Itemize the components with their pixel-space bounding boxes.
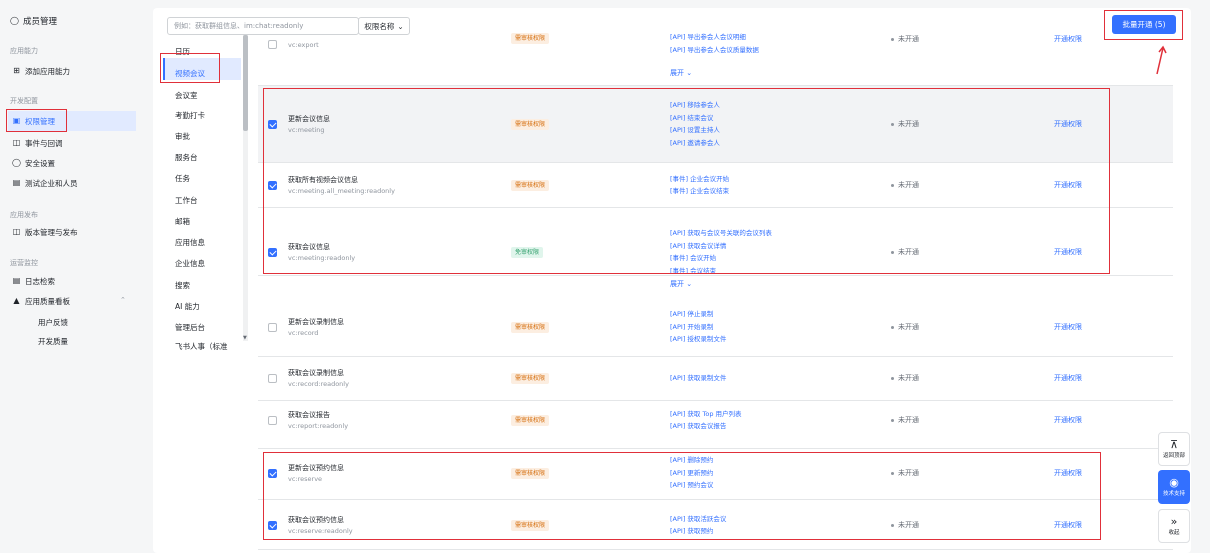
search-input[interactable] [168, 22, 328, 30]
api-link[interactable]: [API] 获取 Top 用户列表 [670, 408, 742, 418]
permission-type-tag: 需审核权限 [511, 322, 550, 333]
open-permission-link[interactable]: 开通权限 [1054, 322, 1082, 332]
version-icon: ◫ [12, 227, 21, 236]
category-item[interactable]: 审批 [175, 131, 190, 142]
expand-link[interactable]: 展开 ⌄ [670, 68, 692, 78]
category-item[interactable]: 应用信息 [175, 237, 205, 248]
sidebar-item-security[interactable]: ◯ 安全设置 [8, 153, 136, 173]
sidebar-item-label: 日志检索 [25, 276, 55, 286]
api-link[interactable]: [API] 导出参会人会议质量数据 [670, 44, 759, 54]
sidebar-item-label: 安全设置 [25, 158, 55, 168]
sidebar-item-version[interactable]: ◫ 版本管理与发布 [8, 222, 136, 242]
permission-code: vc:record:readonly [288, 380, 349, 388]
double-chevron-icon: » [1170, 515, 1178, 528]
category-scroll-thumb[interactable] [243, 35, 248, 131]
event-icon: ◫ [12, 138, 21, 147]
permission-row: 获取会议录制信息 vc:record:readonly 需审核权限 [API] 获取录… [258, 357, 1173, 401]
highlight-box [6, 109, 67, 132]
api-link[interactable]: [API] 授权录制文件 [670, 333, 726, 343]
api-link[interactable]: [API] 获取会议报告 [670, 420, 726, 430]
log-icon: ▤ [12, 276, 21, 285]
permission-row: vc:export 需审核权限 [API] 导出参会人会议明细 [API] 导出参会人… [258, 30, 1173, 86]
api-link[interactable]: [API] 获取录制文件 [670, 372, 726, 382]
permission-name: 更新会议录制信息 [288, 318, 344, 326]
sidebar-item-label: 测试企业和人员 [25, 178, 78, 188]
chart-icon: ▲ [13, 296, 20, 305]
category-item[interactable]: AI 能力 [175, 301, 200, 312]
permission-code: vc:export [288, 41, 319, 49]
permission-type-tag: 需审核权限 [511, 33, 550, 44]
status-text: 未开通 [891, 415, 919, 425]
chevron-up-icon[interactable]: ⌃ [120, 296, 126, 304]
sidebar-item-label: 事件与回调 [25, 138, 63, 148]
category-item[interactable]: 会议室 [175, 90, 198, 101]
sidebar-item-label: 应用质量看板 [25, 296, 70, 306]
highlight-box [263, 452, 1101, 540]
api-link[interactable]: [API] 导出参会人会议明细 [670, 31, 746, 41]
sidebar-item-add-capability[interactable]: ⊞ 添加应用能力 [8, 61, 136, 81]
open-permission-link[interactable]: 开通权限 [1054, 415, 1082, 425]
highlight-box [160, 53, 220, 83]
row-checkbox[interactable] [268, 416, 277, 425]
permission-name: 获取会议报告 [288, 411, 330, 419]
member-management-label: 成员管理 [23, 17, 58, 27]
status-text: 未开通 [891, 34, 919, 44]
row-checkbox[interactable] [268, 374, 277, 383]
category-item[interactable]: 考勤打卡 [175, 110, 205, 121]
arrow-up-icon: ⊼ [1169, 438, 1179, 451]
highlight-box [263, 88, 1110, 274]
row-checkbox[interactable] [268, 40, 277, 49]
permission-type-tag: 需审核权限 [511, 415, 550, 426]
category-item[interactable]: 任务 [175, 173, 190, 184]
permission-code: vc:record [288, 329, 319, 337]
scroll-down-icon[interactable]: ▼ [243, 335, 247, 341]
category-item[interactable]: 企业信息 [175, 258, 205, 269]
category-item[interactable]: 工作台 [175, 195, 198, 206]
sidebar-subitem-feedback[interactable]: 用户反馈 [38, 317, 68, 328]
permission-row: 获取会议报告 vc:report:readonly 需审核权限 [API] 获取 To… [258, 401, 1173, 449]
sidebar-item-label: 添加应用能力 [25, 66, 70, 76]
permission-name: 获取会议录制信息 [288, 369, 344, 377]
group-ops-monitor: 运营监控 [10, 259, 38, 267]
group-app-release: 应用发布 [10, 211, 38, 219]
member-management[interactable]: ◯ 成员管理 [10, 15, 58, 28]
grid-plus-icon: ⊞ [13, 66, 20, 75]
sidebar-item-quality[interactable]: ▲ 应用质量看板 [8, 291, 136, 311]
sidebar-item-events[interactable]: ◫ 事件与回调 [8, 133, 136, 153]
person-icon: ◯ [10, 16, 19, 25]
left-nav: ◯ 成员管理 应用能力 ⊞ 添加应用能力 开发配置 ▣ 权限管理 ◫ 事件与回调… [0, 0, 148, 553]
permission-type-tag: 需审核权限 [511, 373, 550, 384]
api-link[interactable]: [API] 开始录制 [670, 321, 713, 331]
status-text: 未开通 [891, 373, 919, 383]
sidebar-item-test-enterprise[interactable]: ▤ 测试企业和人员 [8, 173, 136, 193]
category-item[interactable]: 管理后台 [175, 322, 205, 333]
row-checkbox[interactable] [268, 323, 277, 332]
status-text: 未开通 [891, 322, 919, 332]
test-icon: ▤ [12, 178, 21, 187]
collapse-button[interactable]: » 收起 [1158, 509, 1190, 543]
category-item[interactable]: 搜索 [175, 280, 190, 291]
expand-link[interactable]: 展开 ⌄ [670, 279, 692, 289]
sidebar-item-logs[interactable]: ▤ 日志检索 [8, 271, 136, 291]
back-to-top-button[interactable]: ⊼ 返回顶部 [1158, 432, 1190, 466]
api-link[interactable]: [API] 停止录制 [670, 308, 713, 318]
category-item[interactable]: 飞书人事（标准 [175, 341, 228, 352]
shield-icon: ◯ [12, 158, 21, 167]
open-permission-link[interactable]: 开通权限 [1054, 373, 1082, 383]
headset-icon: ◉ [1169, 476, 1179, 489]
permission-code: vc:report:readonly [288, 422, 349, 430]
open-permission-link[interactable]: 开通权限 [1054, 34, 1082, 44]
permission-row: 更新会议录制信息 vc:record 需审核权限 [API] 停止录制 [API] 开始… [258, 298, 1173, 357]
sidebar-item-label: 版本管理与发布 [25, 227, 78, 237]
sidebar-subitem-dev-quality[interactable]: 开发质量 [38, 336, 68, 347]
group-app-capability: 应用能力 [10, 47, 38, 55]
category-item[interactable]: 邮箱 [175, 216, 190, 227]
tech-support-button[interactable]: ◉ 技术支持 [1158, 470, 1190, 504]
group-dev-config: 开发配置 [10, 97, 38, 105]
category-item[interactable]: 服务台 [175, 152, 198, 163]
